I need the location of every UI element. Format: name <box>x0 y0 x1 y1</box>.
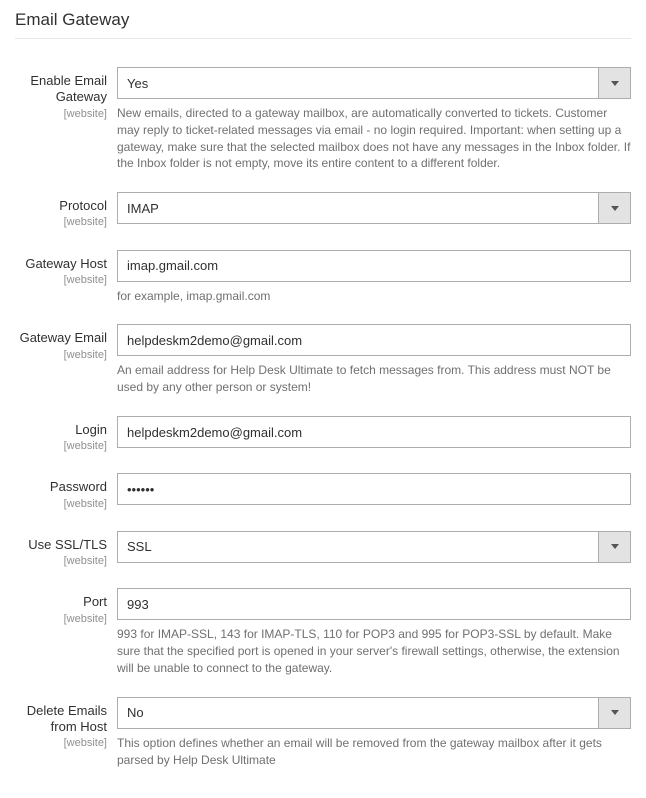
label-cell: Password [website] <box>15 473 117 510</box>
control-cell <box>117 416 631 448</box>
label-cell: Protocol [website] <box>15 192 117 229</box>
row-gateway-email: Gateway Email [website] An email address… <box>15 324 631 396</box>
password-label: Password <box>15 479 107 495</box>
chevron-down-icon <box>598 193 630 223</box>
port-input[interactable] <box>117 588 631 620</box>
control-cell: IMAP <box>117 192 631 224</box>
select-value: IMAP <box>118 201 598 216</box>
label-cell: Enable Email Gateway [website] <box>15 67 117 121</box>
login-label: Login <box>15 422 107 438</box>
label-cell: Delete Emails from Host [website] <box>15 697 117 751</box>
section-title: Email Gateway <box>15 10 631 39</box>
row-password: Password [website] <box>15 473 631 510</box>
delete-emails-label: Delete Emails from Host <box>15 703 107 736</box>
select-value: Yes <box>118 76 598 91</box>
protocol-select[interactable]: IMAP <box>117 192 631 224</box>
scope-label: [website] <box>15 108 107 121</box>
row-ssl: Use SSL/TLS [website] SSL <box>15 531 631 568</box>
select-value: SSL <box>118 539 598 554</box>
row-enable-gateway: Enable Email Gateway [website] Yes New e… <box>15 67 631 172</box>
gateway-email-label: Gateway Email <box>15 330 107 346</box>
row-login: Login [website] <box>15 416 631 453</box>
row-protocol: Protocol [website] IMAP <box>15 192 631 229</box>
label-cell: Gateway Email [website] <box>15 324 117 361</box>
login-input[interactable] <box>117 416 631 448</box>
scope-label: [website] <box>15 349 107 362</box>
row-delete-emails: Delete Emails from Host [website] No Thi… <box>15 697 631 769</box>
ssl-label: Use SSL/TLS <box>15 537 107 553</box>
enable-gateway-help: New emails, directed to a gateway mailbo… <box>117 105 631 172</box>
gateway-email-help: An email address for Help Desk Ultimate … <box>117 362 631 396</box>
protocol-label: Protocol <box>15 198 107 214</box>
port-label: Port <box>15 594 107 610</box>
ssl-select[interactable]: SSL <box>117 531 631 563</box>
gateway-email-input[interactable] <box>117 324 631 356</box>
select-value: No <box>118 705 598 720</box>
scope-label: [website] <box>15 737 107 750</box>
gateway-host-help: for example, imap.gmail.com <box>117 288 631 305</box>
row-gateway-host: Gateway Host [website] for example, imap… <box>15 250 631 305</box>
chevron-down-icon <box>598 698 630 728</box>
scope-label: [website] <box>15 440 107 453</box>
scope-label: [website] <box>15 555 107 568</box>
row-port: Port [website] 993 for IMAP-SSL, 143 for… <box>15 588 631 676</box>
control-cell: SSL <box>117 531 631 563</box>
gateway-host-input[interactable] <box>117 250 631 282</box>
enable-gateway-label: Enable Email Gateway <box>15 73 107 106</box>
control-cell: An email address for Help Desk Ultimate … <box>117 324 631 396</box>
label-cell: Use SSL/TLS [website] <box>15 531 117 568</box>
control-cell: Yes New emails, directed to a gateway ma… <box>117 67 631 172</box>
chevron-down-icon <box>598 532 630 562</box>
control-cell <box>117 473 631 505</box>
delete-emails-select[interactable]: No <box>117 697 631 729</box>
label-cell: Port [website] <box>15 588 117 625</box>
scope-label: [website] <box>15 216 107 229</box>
label-cell: Gateway Host [website] <box>15 250 117 287</box>
control-cell: No This option defines whether an email … <box>117 697 631 769</box>
chevron-down-icon <box>598 68 630 98</box>
control-cell: for example, imap.gmail.com <box>117 250 631 305</box>
enable-gateway-select[interactable]: Yes <box>117 67 631 99</box>
label-cell: Login [website] <box>15 416 117 453</box>
control-cell: 993 for IMAP-SSL, 143 for IMAP-TLS, 110 … <box>117 588 631 676</box>
scope-label: [website] <box>15 613 107 626</box>
delete-emails-help: This option defines whether an email wil… <box>117 735 631 769</box>
port-help: 993 for IMAP-SSL, 143 for IMAP-TLS, 110 … <box>117 626 631 676</box>
scope-label: [website] <box>15 274 107 287</box>
gateway-host-label: Gateway Host <box>15 256 107 272</box>
scope-label: [website] <box>15 498 107 511</box>
password-input[interactable] <box>117 473 631 505</box>
